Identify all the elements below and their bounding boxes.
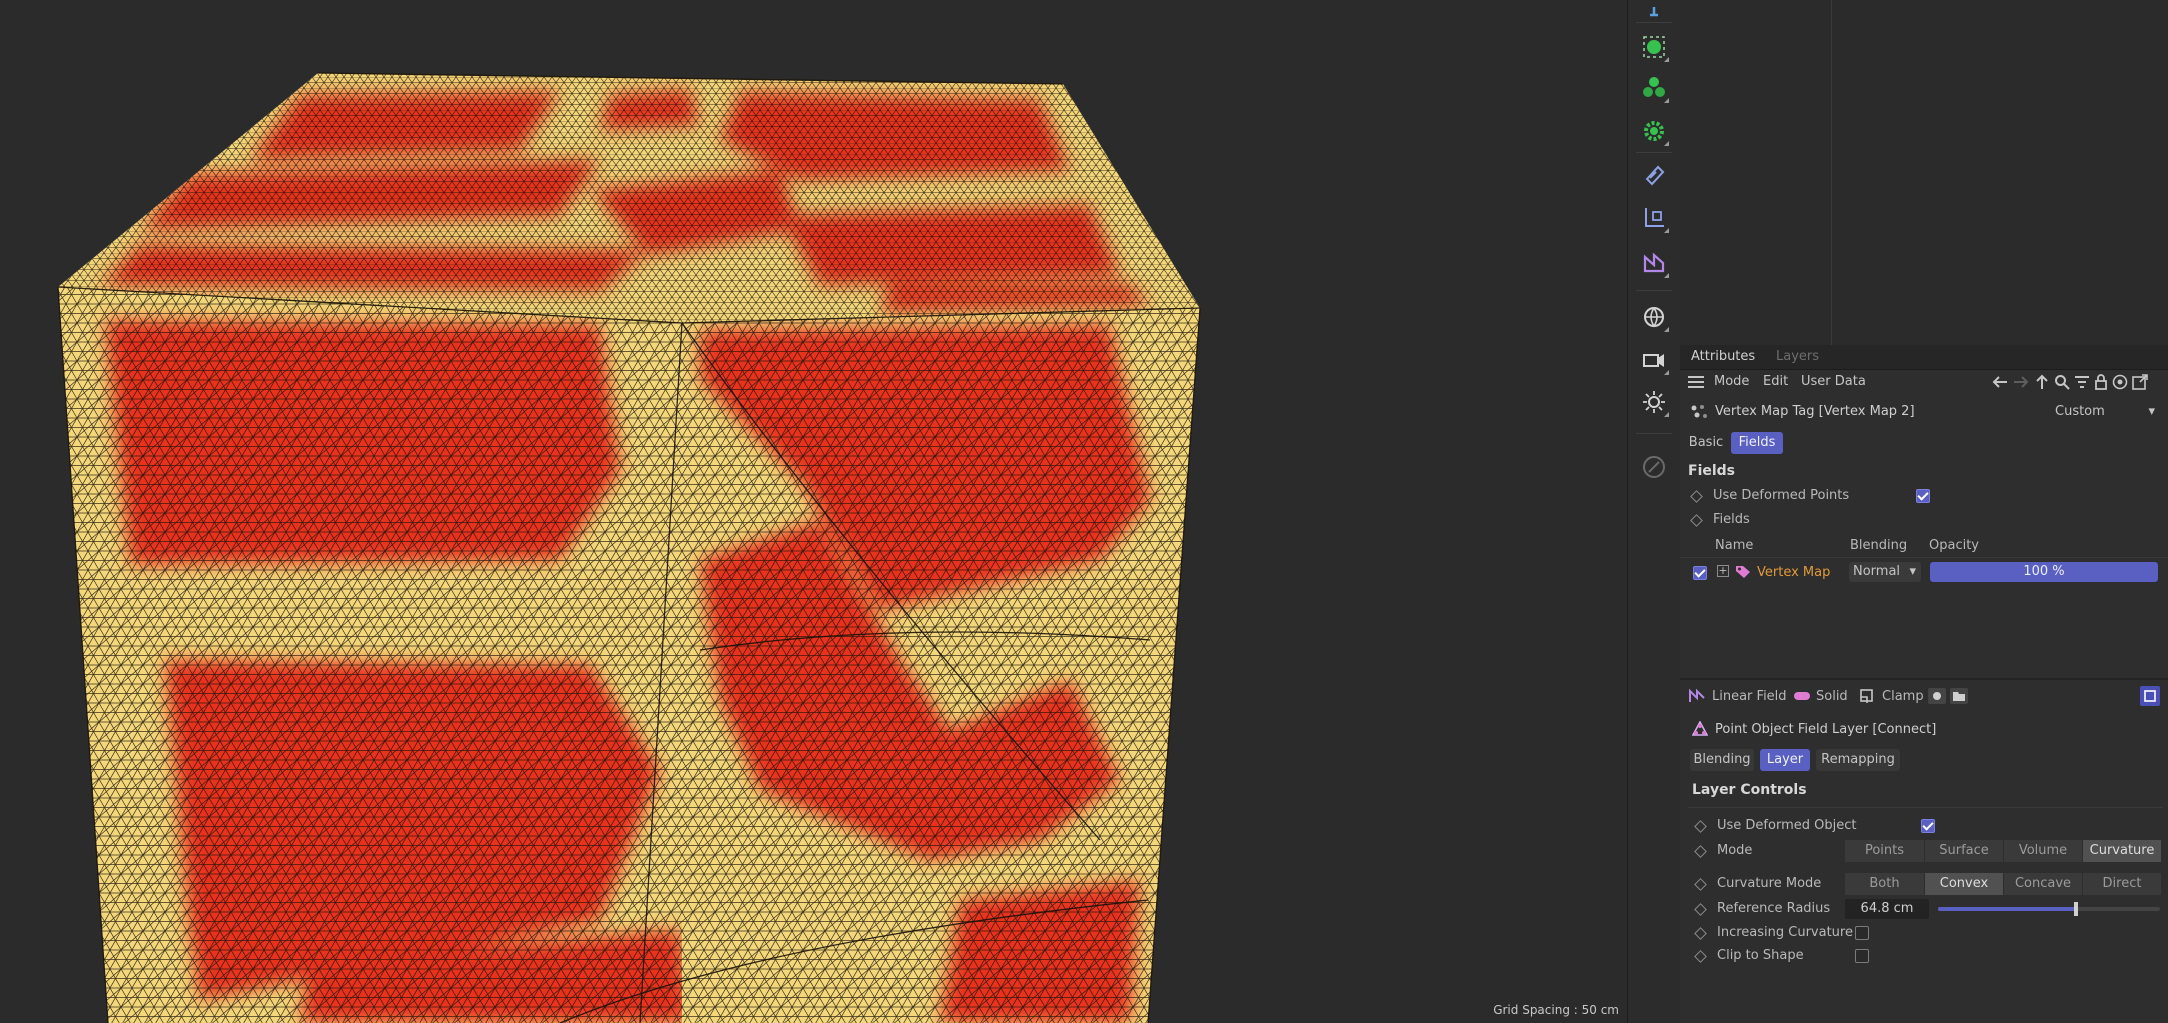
lock-icon[interactable] [2091, 372, 2111, 392]
increasing-curvature-label: Increasing Curvature [1717, 925, 1853, 940]
solid-button[interactable]: Solid [1816, 689, 1848, 704]
filter-icon[interactable] [2072, 372, 2092, 392]
clamp-icon[interactable] [1859, 688, 1875, 708]
cloner-icon[interactable] [1637, 71, 1671, 105]
chevron-down-icon: ▾ [1909, 564, 1916, 579]
globe-icon[interactable] [1637, 300, 1671, 334]
sphere-object-icon[interactable] [1637, 30, 1671, 64]
axis-icon[interactable] [1637, 201, 1671, 235]
grid-spacing-label: Grid Spacing : 50 cm [1493, 1003, 1619, 1017]
curvature-mode-label: Curvature Mode [1717, 876, 1822, 891]
new-window-icon[interactable] [2130, 372, 2150, 392]
tab-remapping[interactable]: Remapping [1816, 749, 1900, 771]
add-folder-icon[interactable] [1950, 688, 1968, 704]
curvature-concave[interactable]: Concave [2004, 873, 2082, 895]
deformer-icon[interactable] [1637, 246, 1671, 280]
layer-controls-heading: Layer Controls [1692, 782, 1807, 798]
gear-icon[interactable] [1637, 114, 1671, 148]
manager-tabs: Attributes Layers [1680, 345, 2168, 370]
vertex-map-tag-icon [1734, 563, 1752, 583]
camera-icon[interactable] [1637, 343, 1671, 377]
3d-viewport[interactable]: Grid Spacing : 50 cm [0, 0, 1627, 1023]
hamburger-icon[interactable] [1688, 376, 1704, 392]
slider-handle[interactable] [2074, 902, 2078, 916]
menu-user-data[interactable]: User Data [1801, 374, 1866, 389]
point-object-icon [1691, 720, 1709, 741]
mode-surface[interactable]: Surface [1925, 840, 2003, 862]
mode-curvature[interactable]: Curvature [2083, 840, 2161, 862]
forward-arrow-icon[interactable] [2011, 372, 2031, 392]
keyframe-diamond-icon[interactable] [1690, 514, 1703, 527]
tool-palette [1627, 0, 1681, 1023]
fields-heading: Fields [1688, 463, 1736, 479]
clamp-button[interactable]: Clamp [1882, 689, 1924, 704]
keyframe-diamond-icon[interactable] [1690, 490, 1703, 503]
expand-plus-icon[interactable]: + [1717, 565, 1729, 577]
tab-blending[interactable]: Blending [1690, 749, 1754, 771]
keyframe-diamond-icon[interactable] [1694, 878, 1707, 891]
light-icon[interactable] [1637, 385, 1671, 419]
tab-fields[interactable]: Fields [1731, 432, 1783, 454]
layer-enabled-checkbox[interactable] [1693, 566, 1707, 580]
reference-radius-input[interactable]: 64.8 cm [1845, 899, 1929, 919]
column-blending: Blending [1850, 538, 1908, 553]
layer-name[interactable]: Vertex Map [1757, 565, 1830, 580]
linear-field-icon[interactable] [1688, 688, 1706, 708]
column-opacity: Opacity [1929, 538, 1980, 553]
fields-label: Fields [1713, 512, 1750, 527]
preset-value: Custom [2055, 404, 2105, 419]
preset-dropdown[interactable]: Custom ▾ [2047, 402, 2161, 422]
keyframe-diamond-icon[interactable] [1694, 820, 1707, 833]
mode-label: Mode [1717, 843, 1753, 858]
tab-layer[interactable]: Layer [1760, 749, 1810, 771]
linear-field-button[interactable]: Linear Field [1712, 689, 1787, 704]
reference-radius-slider[interactable] [1938, 902, 2160, 916]
keyframe-diamond-icon[interactable] [1694, 845, 1707, 858]
object-manager[interactable] [1680, 0, 2168, 345]
brush-icon[interactable] [1637, 450, 1671, 484]
keyframe-diamond-icon[interactable] [1694, 903, 1707, 916]
target-icon[interactable] [2110, 372, 2130, 392]
opacity-slider[interactable]: 100 % [1930, 562, 2158, 582]
clip-to-shape-label: Clip to Shape [1717, 948, 1804, 963]
reference-radius-label: Reference Radius [1717, 901, 1831, 916]
shield-icon[interactable] [1637, 158, 1671, 192]
mode-volume[interactable]: Volume [2004, 840, 2082, 862]
back-arrow-icon[interactable] [1990, 372, 2010, 392]
column-name: Name [1715, 538, 1754, 553]
up-arrow-icon[interactable] [2032, 372, 2052, 392]
record-icon[interactable] [1928, 688, 1946, 704]
search-icon[interactable] [2052, 372, 2072, 392]
clip-to-shape-checkbox[interactable] [1855, 949, 1869, 963]
menu-mode[interactable]: Mode [1714, 374, 1749, 389]
use-deformed-object-label: Use Deformed Object [1717, 818, 1857, 833]
object-title: Vertex Map Tag [Vertex Map 2] [1715, 404, 1915, 419]
table-row[interactable]: + Vertex Map Normal ▾ 100 % [1680, 559, 2168, 587]
curvature-convex[interactable]: Convex [1925, 873, 2003, 895]
solid-icon[interactable] [1794, 692, 1810, 700]
layer-title: Point Object Field Layer [Connect] [1715, 722, 1937, 737]
cube-mesh [57, 72, 1201, 1023]
keyframe-diamond-icon[interactable] [1694, 950, 1707, 963]
menu-edit[interactable]: Edit [1763, 374, 1788, 389]
use-deformed-points-checkbox[interactable] [1916, 489, 1930, 503]
move-icon[interactable] [1637, 0, 1671, 20]
increasing-curvature-checkbox[interactable] [1855, 926, 1869, 940]
curvature-both[interactable]: Both [1845, 873, 1924, 895]
mode-points[interactable]: Points [1845, 840, 1924, 862]
chevron-down-icon: ▾ [2148, 404, 2155, 419]
layer-view-toggle-icon[interactable] [2140, 686, 2160, 706]
tab-attributes[interactable]: Attributes [1691, 349, 1755, 364]
use-deformed-object-checkbox[interactable] [1921, 819, 1935, 833]
use-deformed-points-label: Use Deformed Points [1713, 488, 1850, 503]
curvature-direct[interactable]: Direct [2083, 873, 2161, 895]
blending-value: Normal [1853, 564, 1901, 579]
keyframe-diamond-icon[interactable] [1694, 927, 1707, 940]
blending-dropdown[interactable]: Normal ▾ [1849, 562, 1921, 582]
attributes-menubar: Mode Edit User Data [1680, 370, 2168, 394]
attributes-manager: Attributes Layers Mode Edit User Data Ve… [1680, 345, 2168, 1023]
vertex-map-tag-icon [1690, 404, 1708, 424]
tab-layers[interactable]: Layers [1776, 349, 1819, 364]
tab-basic[interactable]: Basic [1687, 432, 1725, 454]
